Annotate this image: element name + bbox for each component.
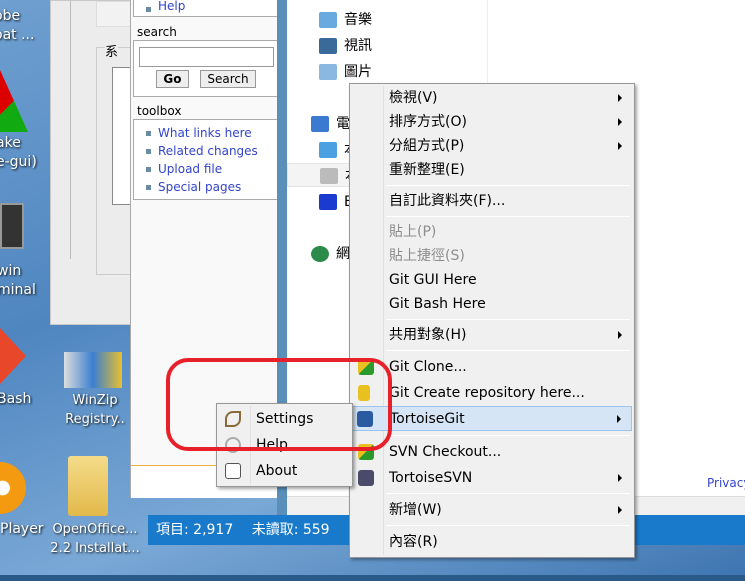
submenu-arrow-icon	[618, 94, 622, 102]
wiki-link-upload-file[interactable]: Upload file	[134, 160, 278, 178]
go-button[interactable]: Go	[156, 70, 189, 88]
submenu-arrow-icon	[617, 415, 621, 423]
unread-count: 未讀取: 559	[251, 522, 330, 538]
menu-item-view[interactable]: 檢視(V)	[352, 86, 632, 110]
menu-item-tortoisegit[interactable]: TortoiseGit	[352, 406, 632, 431]
menu-item-git-bash[interactable]: Git Bash Here	[352, 292, 632, 316]
submenu-arrow-icon	[618, 506, 622, 514]
nav-item-music[interactable]: 音樂	[287, 8, 487, 32]
menu-item-paste[interactable]: 貼上(P)	[352, 220, 632, 244]
toolbox-heading: toolbox	[137, 104, 182, 118]
terminal-icon[interactable]	[0, 203, 24, 249]
search-heading: search	[137, 25, 177, 39]
menu-item-share-with[interactable]: 共用對象(H)	[352, 323, 632, 347]
menu-item-sort-by[interactable]: 排序方式(O)	[352, 110, 632, 134]
menu-item-new[interactable]: 新增(W)	[352, 498, 632, 522]
privacy-link[interactable]: Privacy	[707, 476, 745, 490]
item-count: 項目: 2,917	[156, 522, 234, 538]
menu-item-git-clone[interactable]: Git Clone...	[352, 355, 632, 379]
menu-item-paste-shortcut[interactable]: 貼上捷徑(S)	[352, 244, 632, 268]
wiki-link-related-changes[interactable]: Related changes	[134, 142, 278, 160]
submenu-arrow-icon	[618, 331, 622, 339]
wiki-link-help[interactable]: Help	[134, 0, 278, 12]
menu-item-svn-checkout[interactable]: SVN Checkout...	[352, 440, 632, 464]
search-input[interactable]	[139, 47, 274, 67]
nav-item-pictures[interactable]: 圖片	[287, 60, 487, 84]
context-menu: 檢視(V) 排序方式(O) 分組方式(P) 重新整理(E) 自訂此資料夾(F).…	[349, 83, 635, 558]
cmake-icon[interactable]	[0, 70, 28, 132]
desktop-icon-label[interactable]: Player	[0, 520, 44, 539]
openoffice-installer-icon[interactable]	[68, 456, 108, 516]
desktop-icon-label[interactable]: win minal	[0, 262, 36, 300]
annotation-highlight	[166, 358, 392, 451]
search-button[interactable]: Search	[200, 70, 256, 88]
menu-item-git-gui[interactable]: Git GUI Here	[352, 268, 632, 292]
submenu-arrow-icon	[618, 118, 622, 126]
menu-item-git-create-repo[interactable]: Git Create repository here...	[352, 381, 632, 405]
menu-item-properties[interactable]: 內容(R)	[352, 530, 632, 554]
menu-item-tortoisesvn[interactable]: TortoiseSVN	[352, 466, 632, 490]
git-bash-icon[interactable]	[0, 328, 26, 384]
tortoisesvn-icon	[358, 470, 374, 486]
desktop-icon-label[interactable]: Bash	[0, 390, 31, 409]
submenu-arrow-icon	[618, 474, 622, 482]
desktop-icon-label[interactable]: obe oat ...	[0, 7, 34, 45]
desktop-icon-label[interactable]: ake e-gui)	[0, 134, 37, 172]
nav-item-videos[interactable]: 視訊	[287, 34, 487, 58]
menu-item-customize-folder[interactable]: 自訂此資料夾(F)...	[352, 189, 632, 213]
taskbar	[0, 575, 745, 581]
desktop-icon-label[interactable]: WinZip Registry..	[50, 391, 140, 429]
wiki-link-what-links-here[interactable]: What links here	[134, 124, 278, 142]
menu-item-group-by[interactable]: 分組方式(P)	[352, 134, 632, 158]
desktop-icon-label[interactable]: OpenOffice... 2.2 Installat...	[45, 520, 145, 558]
background-window: 系	[50, 0, 142, 325]
submenu-item-about[interactable]: About	[219, 459, 351, 483]
wiki-link-special-pages[interactable]: Special pages	[134, 178, 278, 196]
about-icon	[225, 463, 241, 479]
player-icon[interactable]	[0, 462, 26, 514]
winzip-registry-icon[interactable]	[64, 352, 122, 388]
menu-item-refresh[interactable]: 重新整理(E)	[352, 158, 632, 182]
fieldset-label: 系	[105, 41, 119, 60]
submenu-arrow-icon	[618, 142, 622, 150]
